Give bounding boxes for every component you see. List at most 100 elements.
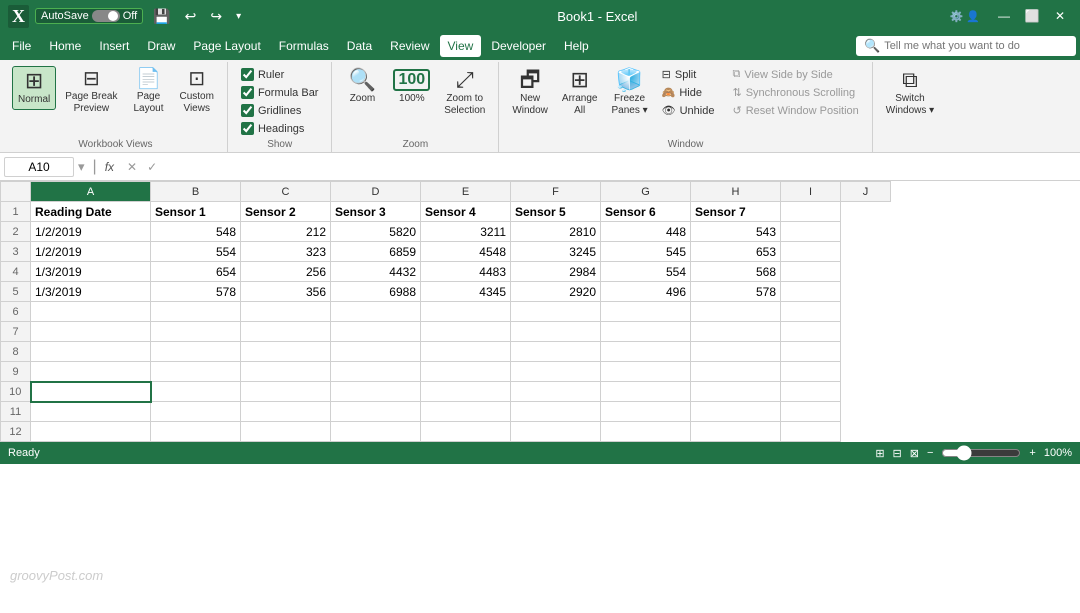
cell[interactable] xyxy=(421,362,511,382)
zoom-minus-btn[interactable]: − xyxy=(927,447,933,459)
gridlines-checkbox[interactable] xyxy=(241,104,254,117)
cell[interactable] xyxy=(781,422,841,442)
ruler-checkbox[interactable] xyxy=(241,68,254,81)
menu-developer[interactable]: Developer xyxy=(483,35,554,57)
col-hdr-A[interactable]: A xyxy=(31,182,151,202)
cell[interactable] xyxy=(151,362,241,382)
switch-windows-btn[interactable]: ⧉ SwitchWindows ▾ xyxy=(881,66,939,120)
cell[interactable]: 448 xyxy=(601,222,691,242)
cell[interactable] xyxy=(151,422,241,442)
cancel-formula-btn[interactable]: ✕ xyxy=(127,160,137,174)
menu-home[interactable]: Home xyxy=(41,35,89,57)
cell[interactable]: Sensor 3 xyxy=(331,202,421,222)
row-num-4[interactable]: 4 xyxy=(1,262,31,282)
col-hdr-B[interactable]: B xyxy=(151,182,241,202)
cell[interactable]: Reading Date xyxy=(31,202,151,222)
cell[interactable]: 356 xyxy=(241,282,331,302)
cell[interactable] xyxy=(781,222,841,242)
redo-qat-btn[interactable]: ↪ xyxy=(206,6,226,27)
cell[interactable]: 2984 xyxy=(511,262,601,282)
cell[interactable] xyxy=(421,322,511,342)
cell[interactable] xyxy=(781,342,841,362)
menu-file[interactable]: File xyxy=(4,35,39,57)
cell[interactable] xyxy=(331,322,421,342)
cell[interactable]: Sensor 7 xyxy=(691,202,781,222)
col-hdr-E[interactable]: E xyxy=(421,182,511,202)
menu-review[interactable]: Review xyxy=(382,35,437,57)
cell[interactable]: 1/3/2019 xyxy=(31,262,151,282)
cell[interactable]: 6988 xyxy=(331,282,421,302)
cell[interactable] xyxy=(781,242,841,262)
cell[interactable]: 548 xyxy=(151,222,241,242)
cell[interactable] xyxy=(781,322,841,342)
cell[interactable] xyxy=(151,322,241,342)
cell[interactable] xyxy=(511,342,601,362)
cell[interactable] xyxy=(31,362,151,382)
cell[interactable]: 1/2/2019 xyxy=(31,222,151,242)
menu-help[interactable]: Help xyxy=(556,35,597,57)
cell[interactable]: 6859 xyxy=(331,242,421,262)
zoom-selection-btn[interactable]: ⤢ Zoom toSelection xyxy=(439,66,490,120)
cell[interactable] xyxy=(511,402,601,422)
hide-btn[interactable]: 🙈 Hide xyxy=(657,84,720,101)
freeze-panes-btn[interactable]: 🧊 FreezePanes ▾ xyxy=(606,66,652,120)
menu-data[interactable]: Data xyxy=(339,35,380,57)
cell[interactable] xyxy=(151,402,241,422)
cell[interactable] xyxy=(601,402,691,422)
menu-draw[interactable]: Draw xyxy=(139,35,183,57)
cell[interactable] xyxy=(421,342,511,362)
cell[interactable]: 323 xyxy=(241,242,331,262)
row-num-12[interactable]: 12 xyxy=(1,422,31,442)
split-btn[interactable]: ⊟ Split xyxy=(657,66,720,83)
search-input[interactable] xyxy=(884,40,1068,52)
cell[interactable] xyxy=(151,382,241,402)
cell[interactable] xyxy=(241,342,331,362)
cell[interactable] xyxy=(421,382,511,402)
cell[interactable] xyxy=(331,302,421,322)
confirm-formula-btn[interactable]: ✓ xyxy=(147,160,157,174)
zoom-100-btn[interactable]: 100 100% xyxy=(388,66,435,108)
col-hdr-C[interactable]: C xyxy=(241,182,331,202)
cell[interactable]: 2920 xyxy=(511,282,601,302)
cell[interactable]: 578 xyxy=(691,282,781,302)
save-qat-btn[interactable]: 💾 xyxy=(149,6,174,27)
arrange-all-btn[interactable]: ⊞ ArrangeAll xyxy=(557,66,603,120)
row-num-5[interactable]: 5 xyxy=(1,282,31,302)
menu-page-layout[interactable]: Page Layout xyxy=(185,35,268,57)
row-num-9[interactable]: 9 xyxy=(1,362,31,382)
cell[interactable] xyxy=(781,362,841,382)
cell[interactable] xyxy=(601,362,691,382)
col-hdr-G[interactable]: G xyxy=(601,182,691,202)
row-num-10[interactable]: 10 xyxy=(1,382,31,402)
row-num-3[interactable]: 3 xyxy=(1,242,31,262)
formula-bar-checkbox-label[interactable]: Formula Bar xyxy=(236,84,324,101)
cell[interactable] xyxy=(331,342,421,362)
sheet-table-wrapper[interactable]: A B C D E F G H I J 1Reading DateSensor … xyxy=(0,181,1080,442)
normal-view-status[interactable]: ⊞ xyxy=(875,447,884,460)
cell[interactable]: 543 xyxy=(691,222,781,242)
cell[interactable] xyxy=(421,402,511,422)
zoom-btn[interactable]: 🔍 Zoom xyxy=(340,66,384,108)
cell[interactable] xyxy=(601,342,691,362)
cell[interactable] xyxy=(691,322,781,342)
menu-view[interactable]: View xyxy=(440,35,482,57)
cell[interactable]: 256 xyxy=(241,262,331,282)
cell[interactable] xyxy=(331,362,421,382)
view-side-by-side-btn[interactable]: ⧉ View Side by Side xyxy=(727,66,863,83)
row-num-1[interactable]: 1 xyxy=(1,202,31,222)
unhide-btn[interactable]: 👁 Unhide xyxy=(657,102,720,119)
formula-bar-checkbox[interactable] xyxy=(241,86,254,99)
menu-insert[interactable]: Insert xyxy=(91,35,137,57)
gridlines-checkbox-label[interactable]: Gridlines xyxy=(236,102,324,119)
cell[interactable] xyxy=(601,422,691,442)
cell[interactable]: 3211 xyxy=(421,222,511,242)
cell[interactable] xyxy=(781,402,841,422)
cell[interactable]: Sensor 5 xyxy=(511,202,601,222)
cell[interactable] xyxy=(691,422,781,442)
cell[interactable] xyxy=(241,302,331,322)
cell[interactable]: 496 xyxy=(601,282,691,302)
cell[interactable]: 653 xyxy=(691,242,781,262)
page-layout-btn[interactable]: 📄 PageLayout xyxy=(127,66,171,118)
cell[interactable] xyxy=(781,202,841,222)
cell[interactable] xyxy=(781,382,841,402)
